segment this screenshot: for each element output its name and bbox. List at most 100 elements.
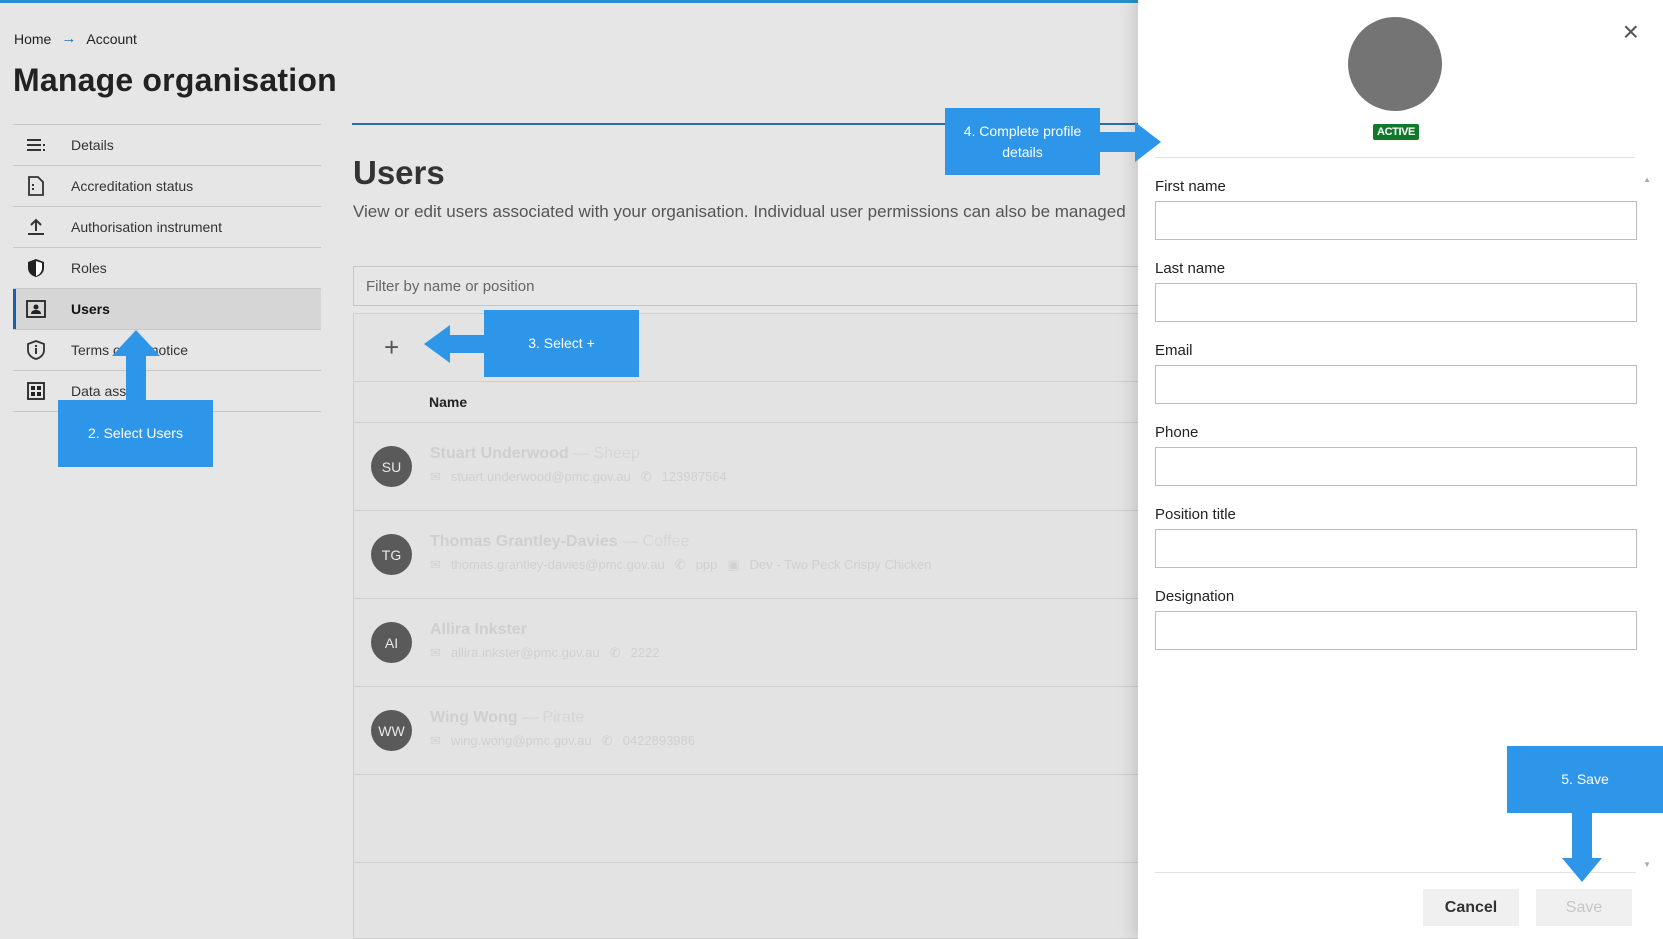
arrow-right-icon: → (61, 30, 77, 47)
breadcrumb: Home → Account (14, 30, 137, 47)
first-name-label: First name (1155, 178, 1226, 195)
sidebar-item-label: Details (71, 137, 114, 153)
table-row[interactable]: SU Stuart Underwood — Sheep ✉ stuart.unde… (354, 423, 1142, 511)
avatar: SU (371, 446, 412, 487)
users-table: + Name SU Stuart Underwood — Sheep ✉ stua… (353, 313, 1143, 939)
shield-icon (13, 257, 58, 279)
cancel-button[interactable]: Cancel (1423, 889, 1519, 926)
close-icon[interactable]: × (1623, 16, 1639, 48)
scroll-down-icon[interactable]: ▼ (1643, 860, 1651, 869)
breadcrumb-current[interactable]: Account (86, 31, 137, 47)
mail-icon: ✉ (430, 732, 441, 748)
top-accent-line (0, 0, 1138, 3)
callout-select-users: 2. Select Users (58, 400, 213, 467)
phone-input[interactable] (1155, 447, 1637, 486)
phone-icon: ✆ (601, 732, 613, 748)
callout-arrow-down-icon (1562, 812, 1602, 882)
table-row[interactable]: AI Allira Inkster ✉ allira.inkster@pmc.go… (354, 599, 1142, 687)
user-phone: 2222 (630, 645, 660, 660)
avatar: AI (371, 622, 412, 663)
callout-arrow-up-icon (112, 330, 160, 402)
user-position: — Coffee (622, 532, 690, 550)
last-name-label: Last name (1155, 260, 1226, 277)
designation-label: Designation (1155, 588, 1235, 605)
position-title-label: Position title (1155, 506, 1236, 523)
position-title-field: Position title (1155, 506, 1637, 588)
designation-input[interactable] (1155, 611, 1637, 650)
position-title-input[interactable] (1155, 529, 1637, 568)
profile-avatar[interactable] (1348, 17, 1442, 111)
section-description: View or edit users associated with your … (353, 202, 1126, 221)
user-name: Wing Wong (430, 708, 518, 726)
breadcrumb-home[interactable]: Home (14, 31, 51, 47)
user-email: thomas.grantley-davies@pmc.gov.au (450, 557, 665, 572)
user-position: — Sheep (573, 444, 640, 462)
last-name-field: Last name (1155, 260, 1637, 342)
sidebar-item-roles[interactable]: Roles (13, 248, 321, 289)
user-email: allira.inkster@pmc.gov.au (450, 645, 600, 660)
sidebar-item-label: Accreditation status (71, 178, 194, 194)
avatar: WW (371, 710, 412, 751)
sidebar-item-authorisation-instrument[interactable]: Authorisation instrument (13, 207, 321, 248)
sidebar-nav: Details Accreditation status Authorisati… (13, 124, 321, 412)
user-phone: ppp (695, 557, 718, 572)
briefcase-icon: ▣ (727, 556, 740, 572)
phone-icon: ✆ (609, 644, 621, 660)
user-phone: 0422893986 (622, 733, 695, 748)
page-title: Manage organisation (13, 62, 337, 98)
email-label: Email (1155, 342, 1193, 359)
sidebar-item-users[interactable]: Users (13, 289, 321, 330)
callout-arrow-left-icon (424, 325, 486, 363)
phone-label: Phone (1155, 424, 1199, 441)
status-badge: ACTIVE (1373, 124, 1419, 140)
email-input[interactable] (1155, 365, 1637, 404)
grid-icon (13, 380, 58, 402)
table-row[interactable]: WW Wing Wong — Pirate ✉ wing.wong@pmc.gov… (354, 687, 1142, 775)
callout-select-plus: 3. Select + (484, 310, 639, 377)
user-name: Stuart Underwood (430, 444, 569, 462)
sidebar-item-label: Users (71, 301, 110, 317)
phone-icon: ✆ (674, 556, 686, 572)
avatar: TG (371, 534, 412, 575)
table-header: Name (354, 382, 1142, 423)
column-header-name[interactable]: Name (429, 394, 467, 410)
designation-field: Designation (1155, 588, 1637, 670)
filter-input[interactable]: Filter by name or position (353, 266, 1143, 306)
save-button[interactable]: Save (1536, 889, 1632, 926)
sidebar-item-label: Authorisation instrument (71, 219, 222, 235)
mail-icon: ✉ (430, 468, 441, 484)
user-name: Thomas Grantley-Davies (430, 532, 618, 550)
callout-arrow-right-icon (1099, 122, 1161, 162)
user-position: — Pirate (521, 708, 585, 726)
section-title: Users (353, 154, 445, 191)
user-organisation: Dev - Two Peck Crispy Chicken (749, 557, 932, 572)
upload-icon (13, 216, 58, 238)
phone-field: Phone (1155, 424, 1637, 506)
user-email: stuart.underwood@pmc.gov.au (450, 469, 631, 484)
table-row-empty (354, 775, 1142, 863)
sidebar-item-accreditation-status[interactable]: Accreditation status (13, 166, 321, 207)
user-email: wing.wong@pmc.gov.au (450, 733, 592, 748)
user-name: Allira Inkster (430, 620, 527, 638)
divider (1155, 157, 1635, 158)
email-field: Email (1155, 342, 1637, 424)
sidebar-item-label: Roles (71, 260, 107, 276)
document-icon (13, 175, 58, 197)
sidebar-item-terms-of-use-notice[interactable]: Terms of notice (13, 330, 321, 371)
mail-icon: ✉ (430, 644, 441, 660)
table-row[interactable]: TG Thomas Grantley-Davies — Coffee ✉ thom… (354, 511, 1142, 599)
first-name-input[interactable] (1155, 201, 1637, 240)
callout-save: 5. Save (1507, 746, 1663, 813)
profile-form: First name Last name Email Phone Positio… (1155, 178, 1637, 670)
first-name-field: First name (1155, 178, 1637, 260)
scroll-up-icon[interactable]: ▲ (1643, 175, 1651, 184)
mail-icon: ✉ (430, 556, 441, 572)
info-shield-icon (13, 339, 58, 361)
sidebar-item-details[interactable]: Details (13, 125, 321, 166)
user-phone: 123987564 (661, 469, 727, 484)
phone-icon: ✆ (640, 468, 652, 484)
last-name-input[interactable] (1155, 283, 1637, 322)
callout-complete-profile: 4. Complete profile details (945, 108, 1100, 175)
add-user-button[interactable]: + (384, 332, 399, 363)
contact-card-icon (13, 298, 58, 320)
